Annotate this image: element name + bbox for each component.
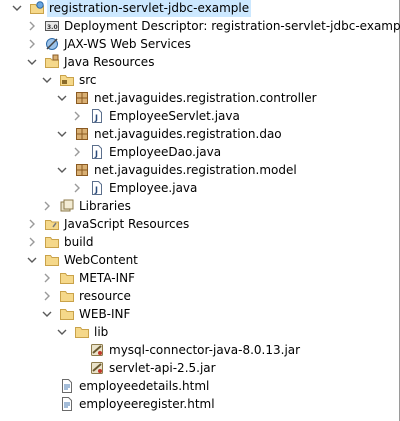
tree-item-label: src xyxy=(79,73,97,87)
tree-item[interactable]: net.javaguides.registration.model xyxy=(0,161,399,179)
tree-item[interactable]: employeedetails.html xyxy=(0,377,399,395)
folder-icon xyxy=(74,324,90,340)
chevron-right-icon[interactable] xyxy=(26,216,38,232)
tree-item[interactable]: employeeregister.html xyxy=(0,395,399,413)
tree-item-label: resource xyxy=(79,289,131,303)
tree-item[interactable]: JavaScript Resources xyxy=(0,215,399,233)
chevron-down-icon[interactable] xyxy=(56,126,68,142)
chevron-right-icon[interactable] xyxy=(26,36,38,52)
tree-item[interactable]: mysql-connector-java-8.0.13.jar xyxy=(0,341,399,359)
chevron-down-icon[interactable] xyxy=(26,54,38,70)
tree-item-label: net.javaguides.registration.controller xyxy=(94,91,317,105)
tree-item[interactable]: resource xyxy=(0,287,399,305)
html-file-icon xyxy=(59,396,75,412)
tree-item-label: employeedetails.html xyxy=(79,379,210,393)
tree-item[interactable]: JAX-WS Web Services xyxy=(0,35,399,53)
jar-file-icon xyxy=(89,342,105,358)
tree-item-label: WebContent xyxy=(64,253,138,267)
java-file-icon: J xyxy=(89,144,105,160)
chevron-right-icon[interactable] xyxy=(71,180,83,196)
tree-item-label: registration-servlet-jdbc-example xyxy=(47,0,252,17)
tree-item-label: net.javaguides.registration.dao xyxy=(94,127,282,141)
folder-icon xyxy=(59,270,75,286)
tree-item[interactable]: Java Resources xyxy=(0,53,399,71)
chevron-right-icon[interactable] xyxy=(71,144,83,160)
svg-text:J: J xyxy=(94,114,98,123)
web-project-icon xyxy=(29,0,45,16)
package-icon xyxy=(74,90,90,106)
tree-item[interactable]: net.javaguides.registration.controller xyxy=(0,89,399,107)
tree-item-label: META-INF xyxy=(79,271,136,285)
tree-item-label: WEB-INF xyxy=(79,307,131,321)
tree-item-label: mysql-connector-java-8.0.13.jar xyxy=(109,343,301,357)
tree-item[interactable]: WEB-INF xyxy=(0,305,399,323)
folder-icon xyxy=(59,306,75,322)
libraries-icon xyxy=(59,198,75,214)
tree-item[interactable]: net.javaguides.registration.dao xyxy=(0,125,399,143)
chevron-down-icon[interactable] xyxy=(41,72,53,88)
svg-text:3.0: 3.0 xyxy=(47,24,58,31)
chevron-down-icon[interactable] xyxy=(11,0,23,16)
tree-item-label: EmployeeDao.java xyxy=(109,145,222,159)
chevron-right-icon[interactable] xyxy=(41,288,53,304)
javascript-resources-icon xyxy=(44,216,60,232)
tree-item[interactable]: build xyxy=(0,233,399,251)
chevron-down-icon[interactable] xyxy=(56,90,68,106)
tree-item-label: JAX-WS Web Services xyxy=(64,37,191,51)
tree-item-label: build xyxy=(64,235,94,249)
tree-item[interactable]: src xyxy=(0,71,399,89)
project-explorer-tree: registration-servlet-jdbc-example 3.0 Depl… xyxy=(0,0,400,421)
deployment-descriptor-icon: 3.0 xyxy=(44,18,60,34)
java-resources-icon xyxy=(44,54,60,70)
chevron-right-icon[interactable] xyxy=(26,18,38,34)
java-file-icon: J xyxy=(89,108,105,124)
tree-item-label: net.javaguides.registration.model xyxy=(94,163,297,177)
chevron-down-icon[interactable] xyxy=(56,162,68,178)
tree-item[interactable]: servlet-api-2.5.jar xyxy=(0,359,399,377)
tree-item-label: JavaScript Resources xyxy=(64,217,190,231)
svg-text:J: J xyxy=(94,186,98,195)
chevron-down-icon[interactable] xyxy=(41,306,53,322)
tree-item[interactable]: 3.0 Deployment Descriptor: registration-s… xyxy=(0,17,400,35)
chevron-right-icon[interactable] xyxy=(71,108,83,124)
tree-item-label: Deployment Descriptor: registration-serv… xyxy=(64,19,400,33)
tree-item[interactable]: META-INF xyxy=(0,269,399,287)
chevron-down-icon[interactable] xyxy=(26,252,38,268)
folder-icon xyxy=(44,234,60,250)
java-file-icon: J xyxy=(89,180,105,196)
tree-item[interactable]: Libraries xyxy=(0,197,399,215)
tree-item-label: lib xyxy=(94,325,109,339)
tree-item-label: Java Resources xyxy=(64,55,155,69)
tree-item[interactable]: registration-servlet-jdbc-example xyxy=(0,0,399,17)
chevron-down-icon[interactable] xyxy=(56,324,68,340)
package-icon xyxy=(74,162,90,178)
tree-item-label: servlet-api-2.5.jar xyxy=(109,361,216,375)
chevron-right-icon[interactable] xyxy=(41,270,53,286)
chevron-right-icon[interactable] xyxy=(41,198,53,214)
folder-icon xyxy=(44,252,60,268)
tree-item[interactable]: lib xyxy=(0,323,399,341)
tree-item-label: Employee.java xyxy=(109,181,198,195)
web-services-icon xyxy=(44,36,60,52)
folder-icon xyxy=(59,288,75,304)
tree-item[interactable]: J EmployeeDao.java xyxy=(0,143,399,161)
jar-file-icon xyxy=(89,360,105,376)
chevron-right-icon[interactable] xyxy=(26,234,38,250)
package-icon xyxy=(74,126,90,142)
tree-item-label: employeeregister.html xyxy=(79,397,215,411)
html-file-icon xyxy=(59,378,75,394)
tree-item-label: Libraries xyxy=(79,199,131,213)
source-folder-icon xyxy=(59,72,75,88)
tree-item-label: EmployeeServlet.java xyxy=(109,109,240,123)
tree-item[interactable]: WebContent xyxy=(0,251,399,269)
svg-text:J: J xyxy=(94,150,98,159)
tree-item[interactable]: J EmployeeServlet.java xyxy=(0,107,399,125)
tree-item[interactable]: J Employee.java xyxy=(0,179,399,197)
